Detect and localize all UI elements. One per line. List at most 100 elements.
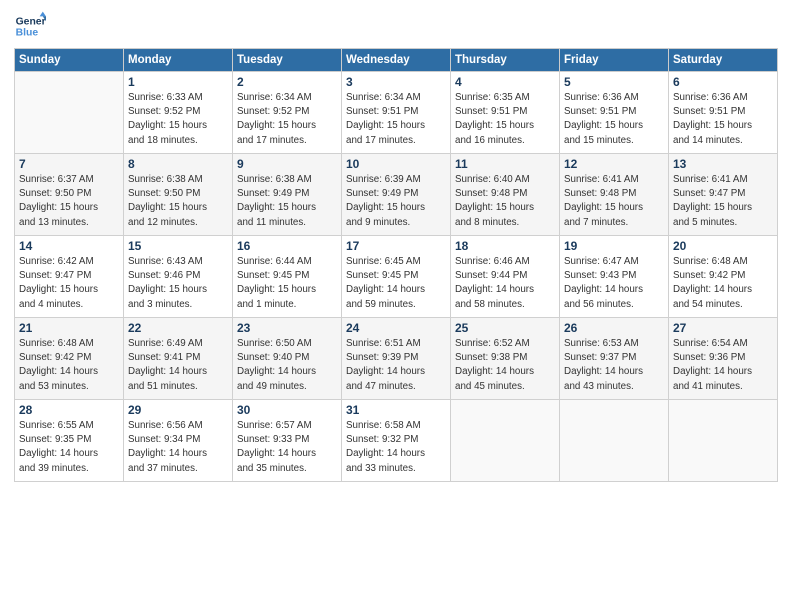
cell-info: Sunrise: 6:35 AMSunset: 9:51 PMDaylight:… — [455, 91, 555, 148]
header: General Blue — [14, 10, 778, 42]
calendar-cell: 6 Sunrise: 6:36 AMSunset: 9:51 PMDaylight… — [669, 72, 778, 154]
page: General Blue SundayMondayTuesdayWednesda… — [0, 0, 792, 612]
cell-info: Sunrise: 6:55 AMSunset: 9:35 PMDaylight:… — [19, 419, 119, 476]
day-number: 27 — [673, 321, 773, 335]
cell-info: Sunrise: 6:50 AMSunset: 9:40 PMDaylight:… — [237, 337, 337, 394]
calendar-cell: 3Sunrise: 6:34 AMSunset: 9:51 PMDaylight… — [342, 72, 451, 154]
day-number: 24 — [346, 321, 446, 335]
calendar-cell: 2 Sunrise: 6:34 AMSunset: 9:52 PMDaylight… — [233, 72, 342, 154]
day-number: 12 — [564, 157, 664, 171]
calendar-cell: 13 Sunrise: 6:41 AMSunset: 9:47 PMDayligh… — [669, 154, 778, 236]
calendar-cell: 16Sunrise: 6:44 AMSunset: 9:45 PMDayligh… — [233, 236, 342, 318]
calendar-cell: 31Sunrise: 6:58 AMSunset: 9:32 PMDayligh… — [342, 400, 451, 482]
calendar-week-row: 7 Sunrise: 6:37 AMSunset: 9:50 PMDaylight… — [15, 154, 778, 236]
day-number: 26 — [564, 321, 664, 335]
day-number: 10 — [346, 157, 446, 171]
calendar-cell: 26Sunrise: 6:53 AMSunset: 9:37 PMDayligh… — [560, 318, 669, 400]
day-number: 13 — [673, 157, 773, 171]
day-number: 17 — [346, 239, 446, 253]
cell-info: Sunrise: 6:37 AMSunset: 9:50 PMDaylight:… — [19, 173, 119, 230]
calendar-header-row: SundayMondayTuesdayWednesdayThursdayFrid… — [15, 49, 778, 72]
calendar-cell: 10 Sunrise: 6:39 AMSunset: 9:49 PMDayligh… — [342, 154, 451, 236]
calendar-week-row: 28 Sunrise: 6:55 AMSunset: 9:35 PMDayligh… — [15, 400, 778, 482]
cell-info: Sunrise: 6:48 AMSunset: 9:42 PMDaylight:… — [673, 255, 773, 312]
calendar-cell: 27 Sunrise: 6:54 AMSunset: 9:36 PMDayligh… — [669, 318, 778, 400]
day-number: 29 — [128, 403, 228, 417]
day-number: 23 — [237, 321, 337, 335]
calendar-cell: 21 Sunrise: 6:48 AMSunset: 9:42 PMDayligh… — [15, 318, 124, 400]
cell-info: Sunrise: 6:42 AMSunset: 9:47 PMDaylight:… — [19, 255, 119, 312]
calendar-week-row: 1Sunrise: 6:33 AMSunset: 9:52 PMDaylight… — [15, 72, 778, 154]
cell-info: Sunrise: 6:34 AMSunset: 9:52 PMDaylight:… — [237, 91, 337, 148]
cell-info: Sunrise: 6:54 AMSunset: 9:36 PMDaylight:… — [673, 337, 773, 394]
calendar-cell: 7 Sunrise: 6:37 AMSunset: 9:50 PMDaylight… — [15, 154, 124, 236]
calendar-table: SundayMondayTuesdayWednesdayThursdayFrid… — [14, 48, 778, 482]
svg-text:Blue: Blue — [16, 28, 39, 39]
calendar-cell: 22 Sunrise: 6:49 AMSunset: 9:41 PMDayligh… — [124, 318, 233, 400]
day-number: 1 — [128, 75, 228, 89]
calendar-cell: 30Sunrise: 6:57 AMSunset: 9:33 PMDayligh… — [233, 400, 342, 482]
day-header-wednesday: Wednesday — [342, 49, 451, 72]
cell-info: Sunrise: 6:48 AMSunset: 9:42 PMDaylight:… — [19, 337, 119, 394]
day-number: 11 — [455, 157, 555, 171]
day-number: 5 — [564, 75, 664, 89]
cell-info: Sunrise: 6:47 AMSunset: 9:43 PMDaylight:… — [564, 255, 664, 312]
day-number: 2 — [237, 75, 337, 89]
calendar-cell — [669, 400, 778, 482]
calendar-cell: 25 Sunrise: 6:52 AMSunset: 9:38 PMDayligh… — [451, 318, 560, 400]
day-number: 19 — [564, 239, 664, 253]
calendar-cell — [451, 400, 560, 482]
calendar-cell: 17Sunrise: 6:45 AMSunset: 9:45 PMDayligh… — [342, 236, 451, 318]
cell-info: Sunrise: 6:41 AMSunset: 9:48 PMDaylight:… — [564, 173, 664, 230]
cell-info: Sunrise: 6:36 AMSunset: 9:51 PMDaylight:… — [673, 91, 773, 148]
day-number: 28 — [19, 403, 119, 417]
calendar-week-row: 21 Sunrise: 6:48 AMSunset: 9:42 PMDayligh… — [15, 318, 778, 400]
cell-info: Sunrise: 6:52 AMSunset: 9:38 PMDaylight:… — [455, 337, 555, 394]
calendar-cell: 28 Sunrise: 6:55 AMSunset: 9:35 PMDayligh… — [15, 400, 124, 482]
day-header-monday: Monday — [124, 49, 233, 72]
day-number: 18 — [455, 239, 555, 253]
day-number: 6 — [673, 75, 773, 89]
calendar-cell — [15, 72, 124, 154]
day-number: 4 — [455, 75, 555, 89]
day-number: 22 — [128, 321, 228, 335]
day-number: 8 — [128, 157, 228, 171]
cell-info: Sunrise: 6:44 AMSunset: 9:45 PMDaylight:… — [237, 255, 337, 312]
cell-info: Sunrise: 6:58 AMSunset: 9:32 PMDaylight:… — [346, 419, 446, 476]
calendar-cell: 14Sunrise: 6:42 AMSunset: 9:47 PMDayligh… — [15, 236, 124, 318]
day-header-thursday: Thursday — [451, 49, 560, 72]
day-header-sunday: Sunday — [15, 49, 124, 72]
cell-info: Sunrise: 6:38 AMSunset: 9:50 PMDaylight:… — [128, 173, 228, 230]
calendar-cell — [560, 400, 669, 482]
day-number: 30 — [237, 403, 337, 417]
calendar-cell: 15Sunrise: 6:43 AMSunset: 9:46 PMDayligh… — [124, 236, 233, 318]
cell-info: Sunrise: 6:49 AMSunset: 9:41 PMDaylight:… — [128, 337, 228, 394]
calendar-cell: 24 Sunrise: 6:51 AMSunset: 9:39 PMDayligh… — [342, 318, 451, 400]
day-header-friday: Friday — [560, 49, 669, 72]
cell-info: Sunrise: 6:56 AMSunset: 9:34 PMDaylight:… — [128, 419, 228, 476]
cell-info: Sunrise: 6:36 AMSunset: 9:51 PMDaylight:… — [564, 91, 664, 148]
calendar-cell: 20 Sunrise: 6:48 AMSunset: 9:42 PMDayligh… — [669, 236, 778, 318]
day-number: 21 — [19, 321, 119, 335]
day-number: 15 — [128, 239, 228, 253]
calendar-cell: 8 Sunrise: 6:38 AMSunset: 9:50 PMDaylight… — [124, 154, 233, 236]
day-number: 25 — [455, 321, 555, 335]
cell-info: Sunrise: 6:41 AMSunset: 9:47 PMDaylight:… — [673, 173, 773, 230]
day-header-saturday: Saturday — [669, 49, 778, 72]
cell-info: Sunrise: 6:38 AMSunset: 9:49 PMDaylight:… — [237, 173, 337, 230]
calendar-cell: 18 Sunrise: 6:46 AMSunset: 9:44 PMDayligh… — [451, 236, 560, 318]
calendar-cell: 19 Sunrise: 6:47 AMSunset: 9:43 PMDayligh… — [560, 236, 669, 318]
calendar-cell: 4 Sunrise: 6:35 AMSunset: 9:51 PMDaylight… — [451, 72, 560, 154]
calendar-cell: 29 Sunrise: 6:56 AMSunset: 9:34 PMDayligh… — [124, 400, 233, 482]
day-header-tuesday: Tuesday — [233, 49, 342, 72]
cell-info: Sunrise: 6:39 AMSunset: 9:49 PMDaylight:… — [346, 173, 446, 230]
day-number: 20 — [673, 239, 773, 253]
day-number: 3 — [346, 75, 446, 89]
calendar-cell: 9Sunrise: 6:38 AMSunset: 9:49 PMDaylight… — [233, 154, 342, 236]
cell-info: Sunrise: 6:51 AMSunset: 9:39 PMDaylight:… — [346, 337, 446, 394]
calendar-week-row: 14Sunrise: 6:42 AMSunset: 9:47 PMDayligh… — [15, 236, 778, 318]
calendar-cell: 5 Sunrise: 6:36 AMSunset: 9:51 PMDaylight… — [560, 72, 669, 154]
day-number: 7 — [19, 157, 119, 171]
cell-info: Sunrise: 6:46 AMSunset: 9:44 PMDaylight:… — [455, 255, 555, 312]
logo: General Blue — [14, 10, 46, 42]
